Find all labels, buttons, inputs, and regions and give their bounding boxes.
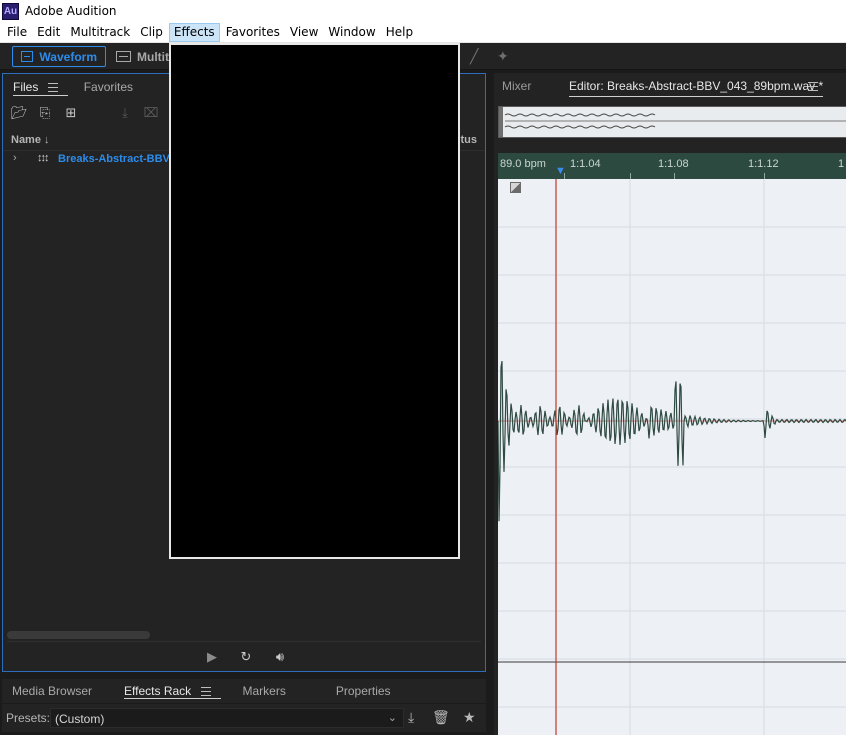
tab-editor[interactable]: Editor: Breaks-Abstract-BBV_043_89bpm.wa… (569, 79, 824, 97)
title-bar: Au Adobe Audition (0, 0, 846, 22)
divider (7, 641, 481, 642)
ruler-label: 1:1.08 (658, 158, 689, 170)
spot-healing-tool-icon[interactable]: ✦ (497, 48, 509, 65)
tab-files-label: Files (13, 80, 39, 94)
tab-markers[interactable]: Markers (233, 679, 296, 703)
status-column-header[interactable]: tus (461, 134, 478, 146)
autoplay-icon[interactable]: 🔊︎ (271, 649, 289, 665)
audio-waveform (498, 361, 846, 522)
tab-files[interactable]: Files (3, 74, 68, 100)
tab-properties[interactable]: Properties (326, 679, 401, 703)
menu-multitrack[interactable]: Multitrack (66, 23, 134, 42)
file-name[interactable]: Breaks-Abstract-BBV_0 (58, 153, 182, 165)
menu-clip[interactable]: Clip (136, 23, 167, 42)
waveform-canvas (498, 179, 846, 735)
ruler-bpm-label: 89.0 bpm (500, 158, 546, 170)
delete-preset-icon[interactable]: 🗑︎ (432, 709, 450, 726)
chevron-right-icon[interactable]: › (13, 152, 17, 164)
overview-waveform (499, 107, 846, 137)
effects-dropdown-menu[interactable] (169, 43, 460, 559)
tab-favorites[interactable]: Favorites (74, 74, 143, 100)
waveform-view-button[interactable]: Waveform (12, 46, 106, 67)
menu-edit[interactable]: Edit (33, 23, 64, 42)
presets-value: (Custom) (55, 712, 105, 726)
waveform-overview[interactable] (498, 106, 846, 138)
ruler-label: 1:1.12 (748, 158, 779, 170)
editor-panel: Mixer Editor: Breaks-Abstract-BBV_043_89… (494, 73, 846, 735)
horizontal-scrollbar[interactable] (7, 631, 150, 639)
effects-rack-tabs: Media Browser Effects Rack Markers Prope… (2, 679, 486, 703)
save-preset-icon[interactable]: ⤓ (408, 709, 414, 726)
multitrack-view-icon (116, 51, 131, 62)
import-icon[interactable]: ⎘ (37, 106, 53, 120)
window-title: Adobe Audition (25, 4, 117, 18)
tab-mixer[interactable]: Mixer (502, 79, 531, 93)
chevron-down-icon: ⌄ (387, 712, 397, 724)
new-file-icon[interactable]: ⊞ (63, 106, 79, 120)
waveform-view-label: Waveform (39, 49, 97, 64)
panel-menu-icon[interactable] (808, 82, 818, 91)
menu-help[interactable]: Help (382, 23, 417, 42)
menu-view[interactable]: View (286, 23, 322, 42)
menu-bar: File Edit Multitrack Clip Effects Favori… (0, 22, 846, 43)
waveform-view-icon (21, 51, 34, 62)
insert-icon[interactable]: ⤓ (117, 106, 133, 120)
delete-icon[interactable]: ⌧ (143, 106, 159, 120)
tab-effects-rack-label: Effects Rack (124, 684, 192, 698)
presets-label: Presets: (6, 711, 51, 725)
presets-row: Presets: (Custom) ⌄ ⤓ 🗑︎ ★ (2, 704, 486, 732)
presets-dropdown[interactable]: (Custom) ⌄ (50, 708, 404, 728)
panel-menu-icon[interactable] (47, 83, 58, 92)
name-column-header[interactable]: Name ↓ (11, 134, 50, 146)
playhead-handle-icon[interactable]: ▼ (555, 166, 566, 177)
panel-menu-icon[interactable] (200, 687, 211, 696)
files-transport: ▶ ↻ 🔊︎ (203, 649, 289, 665)
menu-window[interactable]: Window (324, 23, 379, 42)
brush-tool-icon[interactable]: ╱ (470, 48, 478, 65)
ruler-label: 1 (838, 158, 845, 170)
play-icon[interactable]: ▶ (203, 649, 221, 665)
menu-favorites[interactable]: Favorites (222, 23, 284, 42)
time-ruler[interactable]: 89.0 bpm 1:1.04 1:1.08 1:1.12 1 ▼ (498, 153, 846, 179)
loop-icon[interactable]: ↻ (237, 649, 255, 665)
audio-file-icon: ↕↕↕ (37, 152, 49, 164)
menu-effects[interactable]: Effects (168, 22, 220, 42)
favorite-star-icon[interactable]: ★ (463, 709, 476, 726)
fade-in-handle[interactable] (510, 182, 521, 193)
open-folder-icon[interactable]: 📂︎ (11, 106, 28, 120)
menu-file[interactable]: File (3, 23, 31, 42)
waveform-display[interactable] (498, 179, 846, 735)
editor-tabs: Mixer Editor: Breaks-Abstract-BBV_043_89… (494, 73, 846, 99)
ruler-label: 1:1.04 (570, 158, 601, 170)
tab-effects-rack[interactable]: Effects Rack (114, 679, 222, 703)
tab-media-browser[interactable]: Media Browser (2, 679, 102, 703)
files-panel-toolbar: 📂︎ ⎘ ⊞ ⤓ ⌧ (11, 106, 159, 120)
audition-app-icon: Au (2, 2, 19, 20)
